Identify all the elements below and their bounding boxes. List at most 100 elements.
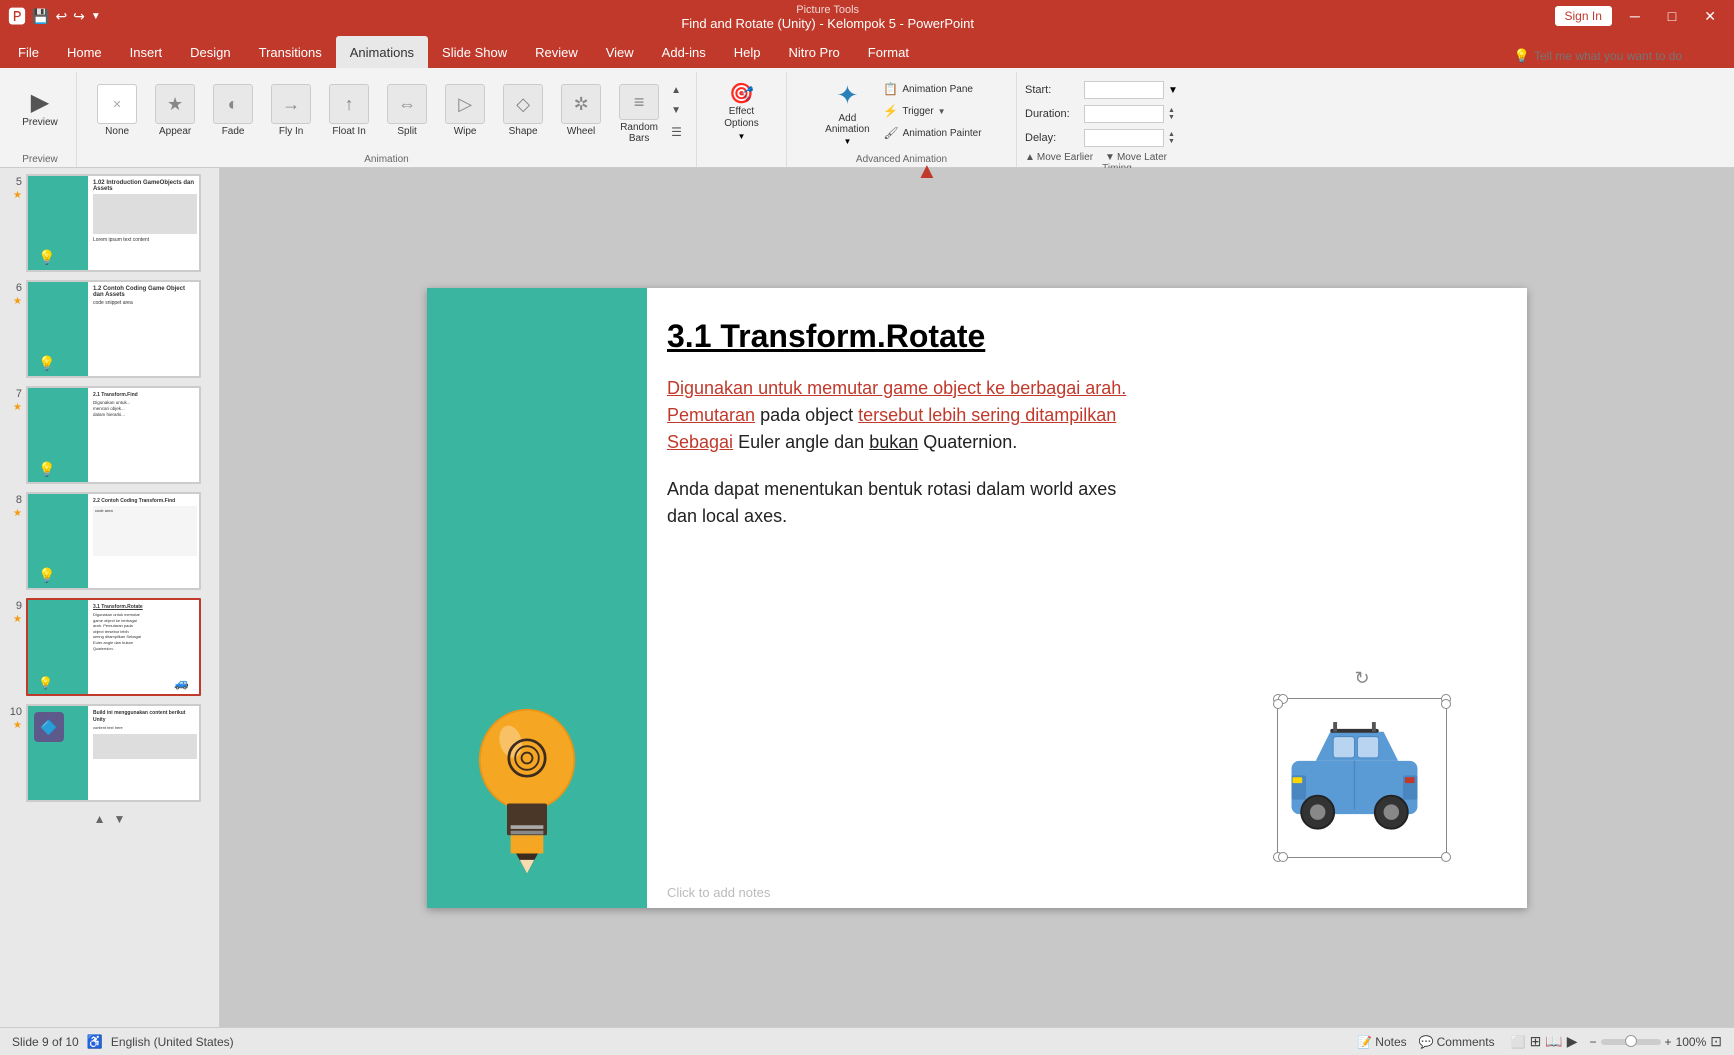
view-reading-btn[interactable]: 📖 [1545,1033,1562,1050]
effect-options-button[interactable]: 🎯 EffectOptions ▼ [707,80,777,145]
undo-btn[interactable]: ↩ [55,8,67,25]
tab-transitions[interactable]: Transitions [245,36,336,68]
notes-button[interactable]: 📝 Notes [1357,1035,1406,1049]
animation-painter-button[interactable]: 🖌 Animation Painter [879,123,985,143]
zoom-in-btn[interactable]: + [1665,1035,1672,1049]
close-btn[interactable]: ✕ [1694,6,1726,27]
tab-slideshow[interactable]: Slide Show [428,36,521,68]
zoom-thumb[interactable] [1625,1035,1637,1047]
trigger-label: Trigger [902,106,933,117]
duration-up[interactable]: ▲ [1168,107,1175,114]
view-slideshow-btn[interactable]: ▶ [1567,1033,1578,1050]
trigger-button[interactable]: ⚡ Trigger ▼ [879,101,985,121]
slide-item-5[interactable]: 5 ★ 1.02 Introduction GameObjects dan As… [4,172,215,274]
quick-access-more[interactable]: ▼ [91,11,101,22]
tab-addins[interactable]: Add-ins [648,36,720,68]
start-arrow[interactable]: ▼ [1168,85,1178,96]
anim-wheel[interactable]: ✲ Wheel [553,80,609,148]
scroll-more-btn[interactable]: ☰ [669,124,684,140]
slide-thumb-10[interactable]: 🔷 Build ini menggunakan content berikut … [26,704,201,802]
anim-split[interactable]: ⇔ Split [379,80,435,148]
scroll-down-btn[interactable]: ▼ [669,104,684,117]
panel-scroll-down[interactable]: ▼ [114,812,126,826]
tab-home[interactable]: Home [53,36,116,68]
handle-ml[interactable] [1273,699,1283,709]
effect-options-icon: 🎯 [729,84,754,104]
anim-appear[interactable]: ★ Appear [147,80,203,148]
zoom-out-btn[interactable]: − [1590,1035,1597,1049]
handle-mr[interactable] [1441,699,1451,709]
slide-item-9[interactable]: 9 ★ 3.1 Transform.Rotate Digunakan untuk… [4,596,215,698]
redo-btn[interactable]: ↪ [73,8,85,25]
duration-input[interactable] [1084,105,1164,123]
car-container[interactable]: ↻ [1277,698,1447,858]
anim-float-in[interactable]: ↑ Float In [321,80,377,148]
anim-fly-in[interactable]: → Fly In [263,80,319,148]
preview-button[interactable]: ▶ Preview [12,76,68,144]
slide-item-10[interactable]: 10 ★ 🔷 Build ini menggunakan content ber… [4,702,215,804]
animation-pane-button[interactable]: 📋 Animation Pane [879,79,985,99]
tell-me-input[interactable] [1534,49,1734,63]
preview-group-label: Preview [22,154,58,167]
tab-file[interactable]: File [4,36,53,68]
none-icon: ✕ [97,84,137,124]
reorder-later-btn[interactable]: ▼ Move Later [1105,152,1167,163]
view-normal-btn[interactable]: ⬜ [1511,1035,1526,1049]
delay-up[interactable]: ▲ [1168,131,1175,138]
save-btn[interactable]: 💾 [32,8,49,25]
slide-thumb-8[interactable]: 2.2 Contoh Coding Transform.Find code ar… [26,492,201,590]
animation-pane-icon: 📋 [883,82,898,96]
slide-item-7[interactable]: 7 ★ 2.1 Transform.Find Digunakan untuk..… [4,384,215,486]
slide-thumb-6[interactable]: 1.2 Contoh Coding Game Object dan Assets… [26,280,201,378]
anim-wipe-label: Wipe [454,126,477,137]
zoom-slider[interactable] [1601,1039,1661,1045]
click-to-add-notes[interactable]: Click to add notes [667,885,770,900]
slide-canvas[interactable]: 3.1 Transform.Rotate Digunakan untuk mem… [427,288,1527,908]
tab-design[interactable]: Design [176,36,244,68]
scroll-up-btn[interactable]: ▲ [669,84,684,97]
tab-review[interactable]: Review [521,36,592,68]
comments-button[interactable]: 💬 Comments [1419,1035,1495,1049]
tab-help[interactable]: Help [720,36,775,68]
delay-down[interactable]: ▼ [1168,138,1175,145]
add-animation-button[interactable]: ✦ AddAnimation ▼ [817,76,877,144]
ribbon-tabs: File Home Insert Design Transitions Anim… [0,32,1734,68]
sign-in-button[interactable]: Sign In [1555,6,1612,26]
start-input[interactable] [1084,81,1164,99]
slide-thumb-5[interactable]: 1.02 Introduction GameObjects dan Assets… [26,174,201,272]
tab-insert[interactable]: Insert [116,36,177,68]
random-bars-icon: ≡ [619,84,659,120]
anim-none[interactable]: ✕ None [89,80,145,148]
reorder-earlier-btn[interactable]: ▲ Move Earlier [1025,152,1093,163]
anim-shape[interactable]: ◇ Shape [495,80,551,148]
float-in-icon: ↑ [329,84,369,124]
anim-wipe[interactable]: ▷ Wipe [437,80,493,148]
tab-view[interactable]: View [592,36,648,68]
view-slide-sorter-btn[interactable]: ⊞ [1530,1033,1542,1050]
duration-down[interactable]: ▼ [1168,114,1175,121]
anim-random-bars[interactable]: ≡ Random Bars [611,80,667,148]
maximize-btn[interactable]: □ [1658,6,1686,26]
duration-row: Duration: ▲ ▼ [1025,104,1209,124]
slide-title: 3.1 Transform.Rotate [667,318,1507,355]
handle-bm[interactable] [1278,852,1288,862]
slide-thumb-7[interactable]: 2.1 Transform.Find Digunakan untuk... me… [26,386,201,484]
panel-scroll-up[interactable]: ▲ [94,812,106,826]
ribbon-group-advanced: ✦ AddAnimation ▼ 📋 Animation Pane ⚡ Trig… [787,72,1017,167]
delay-input[interactable] [1084,129,1164,147]
handle-br[interactable] [1441,852,1451,862]
slide-thumb-9[interactable]: 3.1 Transform.Rotate Digunakan untuk mem… [26,598,201,696]
red-arrow-up: ▲ [916,160,938,182]
accessibility-icon[interactable]: ♿ [87,1034,103,1050]
tab-nitro[interactable]: Nitro Pro [775,36,854,68]
slide-item-8[interactable]: 8 ★ 2.2 Contoh Coding Transform.Find cod… [4,490,215,592]
anim-fade[interactable]: ◐ Fade [205,80,261,148]
slide-item-6[interactable]: 6 ★ 1.2 Contoh Coding Game Object dan As… [4,278,215,380]
slide-7-content: 2.1 Transform.Find Digunakan untuk... me… [28,388,199,482]
fit-slide-btn[interactable]: ⊡ [1710,1033,1722,1050]
tab-animations[interactable]: Animations [336,36,428,68]
slide-star-5: ★ [13,190,22,201]
minimize-btn[interactable]: ─ [1620,6,1650,26]
rotate-handle[interactable]: ↻ [1354,668,1369,689]
tab-format[interactable]: Format [854,36,923,68]
